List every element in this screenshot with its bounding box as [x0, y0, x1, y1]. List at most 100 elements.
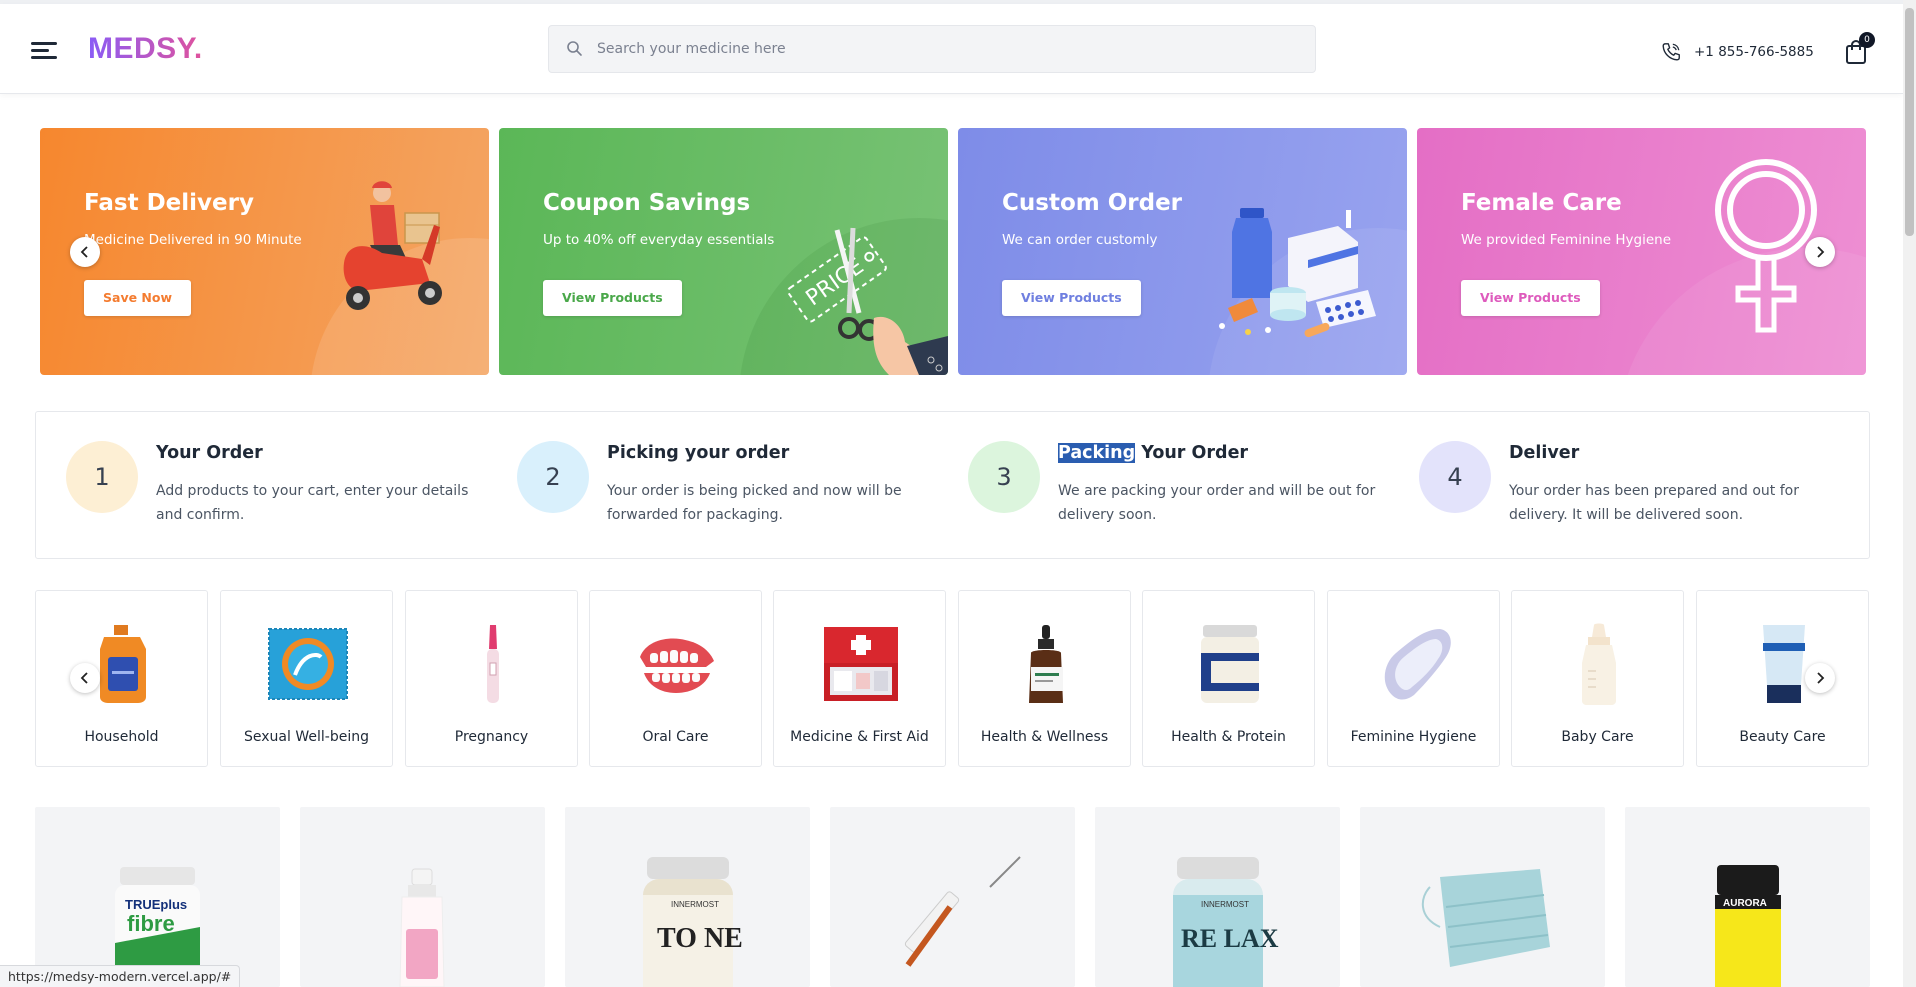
category-label: Beauty Care — [1739, 729, 1826, 745]
baby-bottle-icon — [1582, 623, 1616, 705]
category-health-wellness[interactable]: Health & Wellness — [958, 590, 1131, 767]
category-baby-care[interactable]: Baby Care — [1511, 590, 1684, 767]
banner-next-arrow[interactable] — [1805, 237, 1835, 267]
chevron-right-icon — [1817, 672, 1825, 684]
view-products-button[interactable]: View Products — [1461, 280, 1600, 316]
step-description: Add products to your cart, enter your de… — [156, 483, 469, 523]
category-oral-care[interactable]: Oral Care — [589, 590, 762, 767]
logo[interactable]: MEDSY. — [88, 32, 203, 66]
category-prev-arrow[interactable] — [70, 663, 100, 693]
product-card[interactable]: INNERMOST RE LAX — [1095, 807, 1340, 987]
product-card[interactable] — [1360, 807, 1605, 987]
step-title: Your Order — [156, 443, 263, 463]
step-deliver: 4 Deliver Your order has been prepared a… — [1389, 412, 1829, 560]
svg-text:TRUEplus: TRUEplus — [125, 897, 187, 912]
page-scrollbar[interactable] — [1903, 0, 1916, 987]
banner-subtitle: Medicine Delivered in 90 Minute — [84, 232, 302, 248]
step-number: 2 — [517, 441, 589, 513]
medicine-bottles-icon — [1219, 208, 1376, 338]
save-now-button[interactable]: Save Now — [84, 280, 192, 316]
product-card[interactable]: TRUEplus fibre — [35, 807, 280, 987]
category-label: Medicine & First Aid — [790, 729, 929, 745]
first-aid-kit-icon — [824, 627, 898, 701]
dentures-icon — [640, 638, 714, 693]
search-bar[interactable] — [548, 25, 1316, 73]
category-label: Feminine Hygiene — [1350, 729, 1477, 745]
pregnancy-test-icon — [487, 625, 499, 703]
chevron-right-icon — [1817, 246, 1825, 258]
search-input[interactable] — [597, 26, 1297, 72]
dropper-bottle-icon — [1029, 625, 1063, 703]
banner-prev-arrow[interactable] — [70, 237, 100, 267]
category-label: Health & Wellness — [980, 729, 1109, 745]
svg-text:INNERMOST: INNERMOST — [671, 900, 719, 909]
banner-fast-delivery[interactable]: Fast Delivery Medicine Delivered in 90 M… — [40, 128, 489, 375]
product-card[interactable]: INNERMOST TO NE — [565, 807, 810, 987]
svg-text:fibre: fibre — [127, 911, 175, 936]
category-label: Baby Care — [1561, 729, 1634, 745]
banner-subtitle: We provided Feminine Hygiene — [1461, 232, 1672, 248]
condom-pack-icon — [268, 628, 348, 700]
chevron-left-icon — [80, 672, 88, 684]
category-next-arrow[interactable] — [1805, 663, 1835, 693]
category-label: Pregnancy — [454, 729, 529, 745]
category-household[interactable]: Household — [35, 590, 208, 767]
detergent-bottle-icon — [100, 625, 146, 703]
svg-text:INNERMOST: INNERMOST — [1201, 900, 1249, 909]
banner-coupon-savings[interactable]: Coupon Savings Up to 40% off everyday es… — [499, 128, 948, 375]
phone-contact[interactable]: +1 855-766-5885 — [1660, 40, 1814, 64]
step-description: We are packing your order and will be ou… — [1058, 483, 1376, 523]
face-mask-icon — [1421, 869, 1550, 967]
price-tag-scissors-icon: PRICE — [787, 227, 948, 375]
protein-tub-icon — [1201, 625, 1259, 703]
step-description: Your order has been prepared and out for… — [1509, 483, 1799, 523]
delivery-scooter-icon — [343, 181, 442, 310]
selected-text: Packing — [1058, 443, 1136, 463]
product-card[interactable] — [830, 807, 1075, 987]
category-health-protein[interactable]: Health & Protein — [1142, 590, 1315, 767]
view-products-button[interactable]: View Products — [543, 280, 682, 316]
step-picking: 2 Picking your order Your order is being… — [487, 412, 927, 560]
svg-text:TO NE: TO NE — [657, 923, 743, 954]
step-number: 1 — [66, 441, 138, 513]
banner-custom-order[interactable]: Custom Order We can order customly View … — [958, 128, 1407, 375]
site-header: MEDSY. +1 855-766-5885 0 — [0, 4, 1903, 94]
banner-title: Female Care — [1461, 190, 1622, 216]
cart-button[interactable]: 0 — [1842, 32, 1875, 66]
menu-icon[interactable] — [31, 40, 59, 62]
category-label: Sexual Well-being — [244, 729, 369, 745]
category-label: Household — [84, 729, 159, 745]
scrollbar-thumb[interactable] — [1905, 8, 1914, 236]
category-feminine-hygiene[interactable]: Feminine Hygiene — [1327, 590, 1500, 767]
svg-text:RE LAX: RE LAX — [1181, 924, 1279, 953]
chevron-left-icon — [80, 246, 88, 258]
status-url: https://medsy-modern.vercel.app/# — [0, 965, 241, 987]
banner-female-care[interactable]: Female Care We provided Feminine Hygiene… — [1417, 128, 1866, 375]
category-label: Oral Care — [642, 729, 709, 745]
category-beauty-care[interactable]: Beauty Care — [1696, 590, 1869, 767]
spray-bottle-icon — [399, 868, 445, 987]
search-icon — [567, 41, 582, 56]
product-card[interactable]: AURORA — [1625, 807, 1870, 987]
product-card[interactable] — [300, 807, 545, 987]
step-number: 4 — [1419, 441, 1491, 513]
step-title: Picking your order — [607, 443, 790, 463]
tone-capsule-jar-icon: INNERMOST TO NE — [643, 857, 743, 987]
banner-title: Custom Order — [1002, 190, 1183, 216]
category-sexual-well-being[interactable]: Sexual Well-being — [220, 590, 393, 767]
sanitary-pad-icon — [1384, 629, 1451, 700]
banner-subtitle: Up to 40% off everyday essentials — [543, 232, 775, 248]
category-label: Health & Protein — [1171, 729, 1286, 745]
category-medicine-first-aid[interactable]: Medicine & First Aid — [773, 590, 946, 767]
step-your-order: 1 Your Order Add products to your cart, … — [36, 412, 476, 560]
step-number: 3 — [968, 441, 1040, 513]
banner-title: Fast Delivery — [84, 190, 254, 216]
phone-icon — [1662, 43, 1680, 61]
view-products-button[interactable]: View Products — [1002, 280, 1141, 316]
svg-text:AURORA: AURORA — [1723, 898, 1767, 909]
banner-title: Coupon Savings — [543, 190, 751, 216]
category-pregnancy[interactable]: Pregnancy — [405, 590, 578, 767]
step-packing: 3 Packing Your Order We are packing your… — [938, 412, 1378, 560]
aurora-bottle-icon: AURORA — [1715, 865, 1781, 987]
order-steps: 1 Your Order Add products to your cart, … — [35, 411, 1870, 559]
